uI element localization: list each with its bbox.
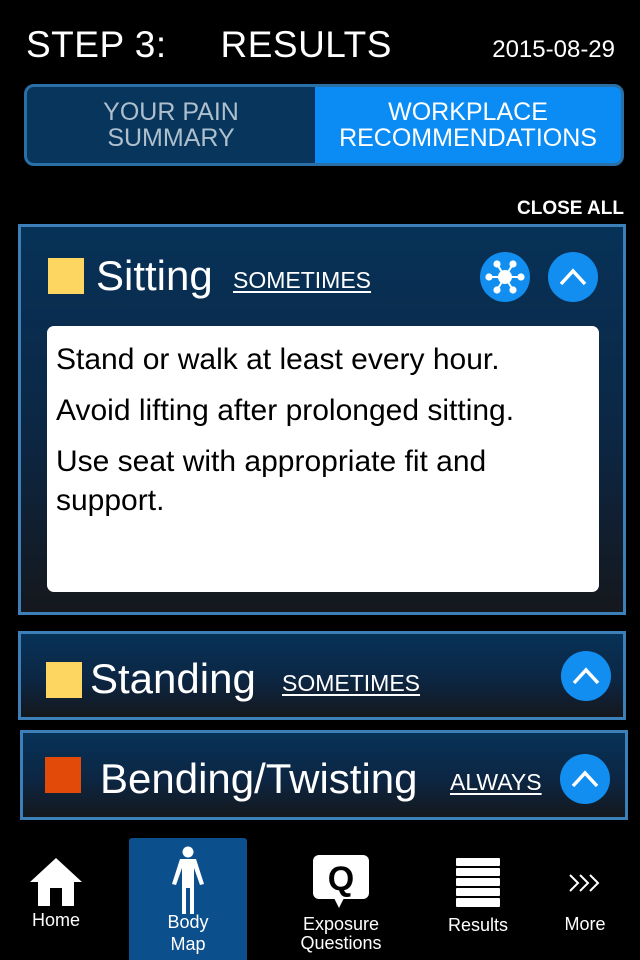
tab-your-pain-summary[interactable]: YOUR PAIN SUMMARY [27, 87, 315, 163]
tab-results[interactable]: Results [438, 836, 518, 960]
chevron-up-icon [559, 268, 587, 286]
bottom-tab-bar: Home Body Map Q Exposure Questions Resul… [0, 836, 640, 960]
stack-list-icon [456, 858, 500, 907]
tab-label: Map [170, 934, 206, 954]
tab-label-line: SUMMARY [107, 124, 235, 152]
tab-workplace-recommendations[interactable]: WORKPLACE RECOMMENDATIONS [315, 87, 621, 163]
header: STEP 3: RESULTS 2015-08-29 [0, 0, 640, 84]
close-all-button[interactable]: CLOSE ALL [517, 198, 624, 220]
panel-sitting: Sitting SOMETIMES Stand or walk at least… [18, 224, 626, 615]
panel-title: Sitting [96, 252, 213, 299]
tab-more[interactable]: More [552, 836, 618, 960]
home-icon [30, 858, 82, 906]
panel-bending-twisting[interactable]: Bending/Twisting ALWAYS [20, 730, 628, 820]
panel-title: Standing [90, 655, 256, 702]
frequency-link[interactable]: SOMETIMES [282, 670, 420, 697]
collapse-button[interactable] [548, 252, 598, 302]
network-hub-icon [485, 260, 525, 294]
page-title: STEP 3: RESULTS [26, 24, 392, 65]
severity-swatch [48, 258, 84, 294]
body-figure-icon [172, 846, 204, 914]
question-bubble-icon: Q [313, 855, 369, 908]
tab-label: Body [167, 912, 209, 932]
expand-button[interactable] [561, 651, 611, 701]
expand-button[interactable] [560, 754, 610, 804]
tab-label: Home [31, 910, 80, 930]
svg-text:Q: Q [328, 860, 354, 898]
tab-exposure-questions[interactable]: Q Exposure Questions [292, 836, 390, 960]
frequency-link[interactable]: ALWAYS [450, 769, 542, 796]
chevron-up-icon [572, 667, 600, 685]
chevron-up-icon [571, 770, 599, 788]
tab-body-map[interactable]: Body Map [129, 838, 247, 960]
recommendation-item: Stand or walk at least every hour. [56, 343, 500, 376]
tab-label: Results [447, 915, 509, 935]
results-segmented-control: YOUR PAIN SUMMARY WORKPLACE RECOMMENDATI… [24, 84, 624, 166]
frequency-link[interactable]: SOMETIMES [233, 267, 371, 294]
tab-label-line: YOUR PAIN [103, 98, 239, 126]
tab-label: More [564, 914, 606, 934]
network-button[interactable] [480, 252, 530, 302]
panel-title: Bending/Twisting [100, 755, 418, 802]
severity-swatch [45, 757, 81, 793]
panel-standing[interactable]: Standing SOMETIMES [18, 631, 626, 720]
severity-swatch [46, 662, 82, 698]
tab-label-line: RECOMMENDATIONS [339, 124, 597, 152]
tab-label: Questions [300, 933, 382, 953]
recommendation-item: Avoid lifting after prolonged sitting. [56, 394, 515, 427]
recommendation-item: Use seat with appropriate fit and suppor… [56, 445, 487, 517]
tab-home[interactable]: Home [14, 836, 98, 960]
tab-label-line: WORKPLACE [388, 98, 548, 126]
recommendations-box: Stand or walk at least every hour. Avoid… [47, 326, 599, 592]
date-label: 2015-08-29 [492, 36, 615, 63]
tab-label: Exposure [302, 914, 380, 934]
triple-chevron-icon [569, 874, 600, 892]
